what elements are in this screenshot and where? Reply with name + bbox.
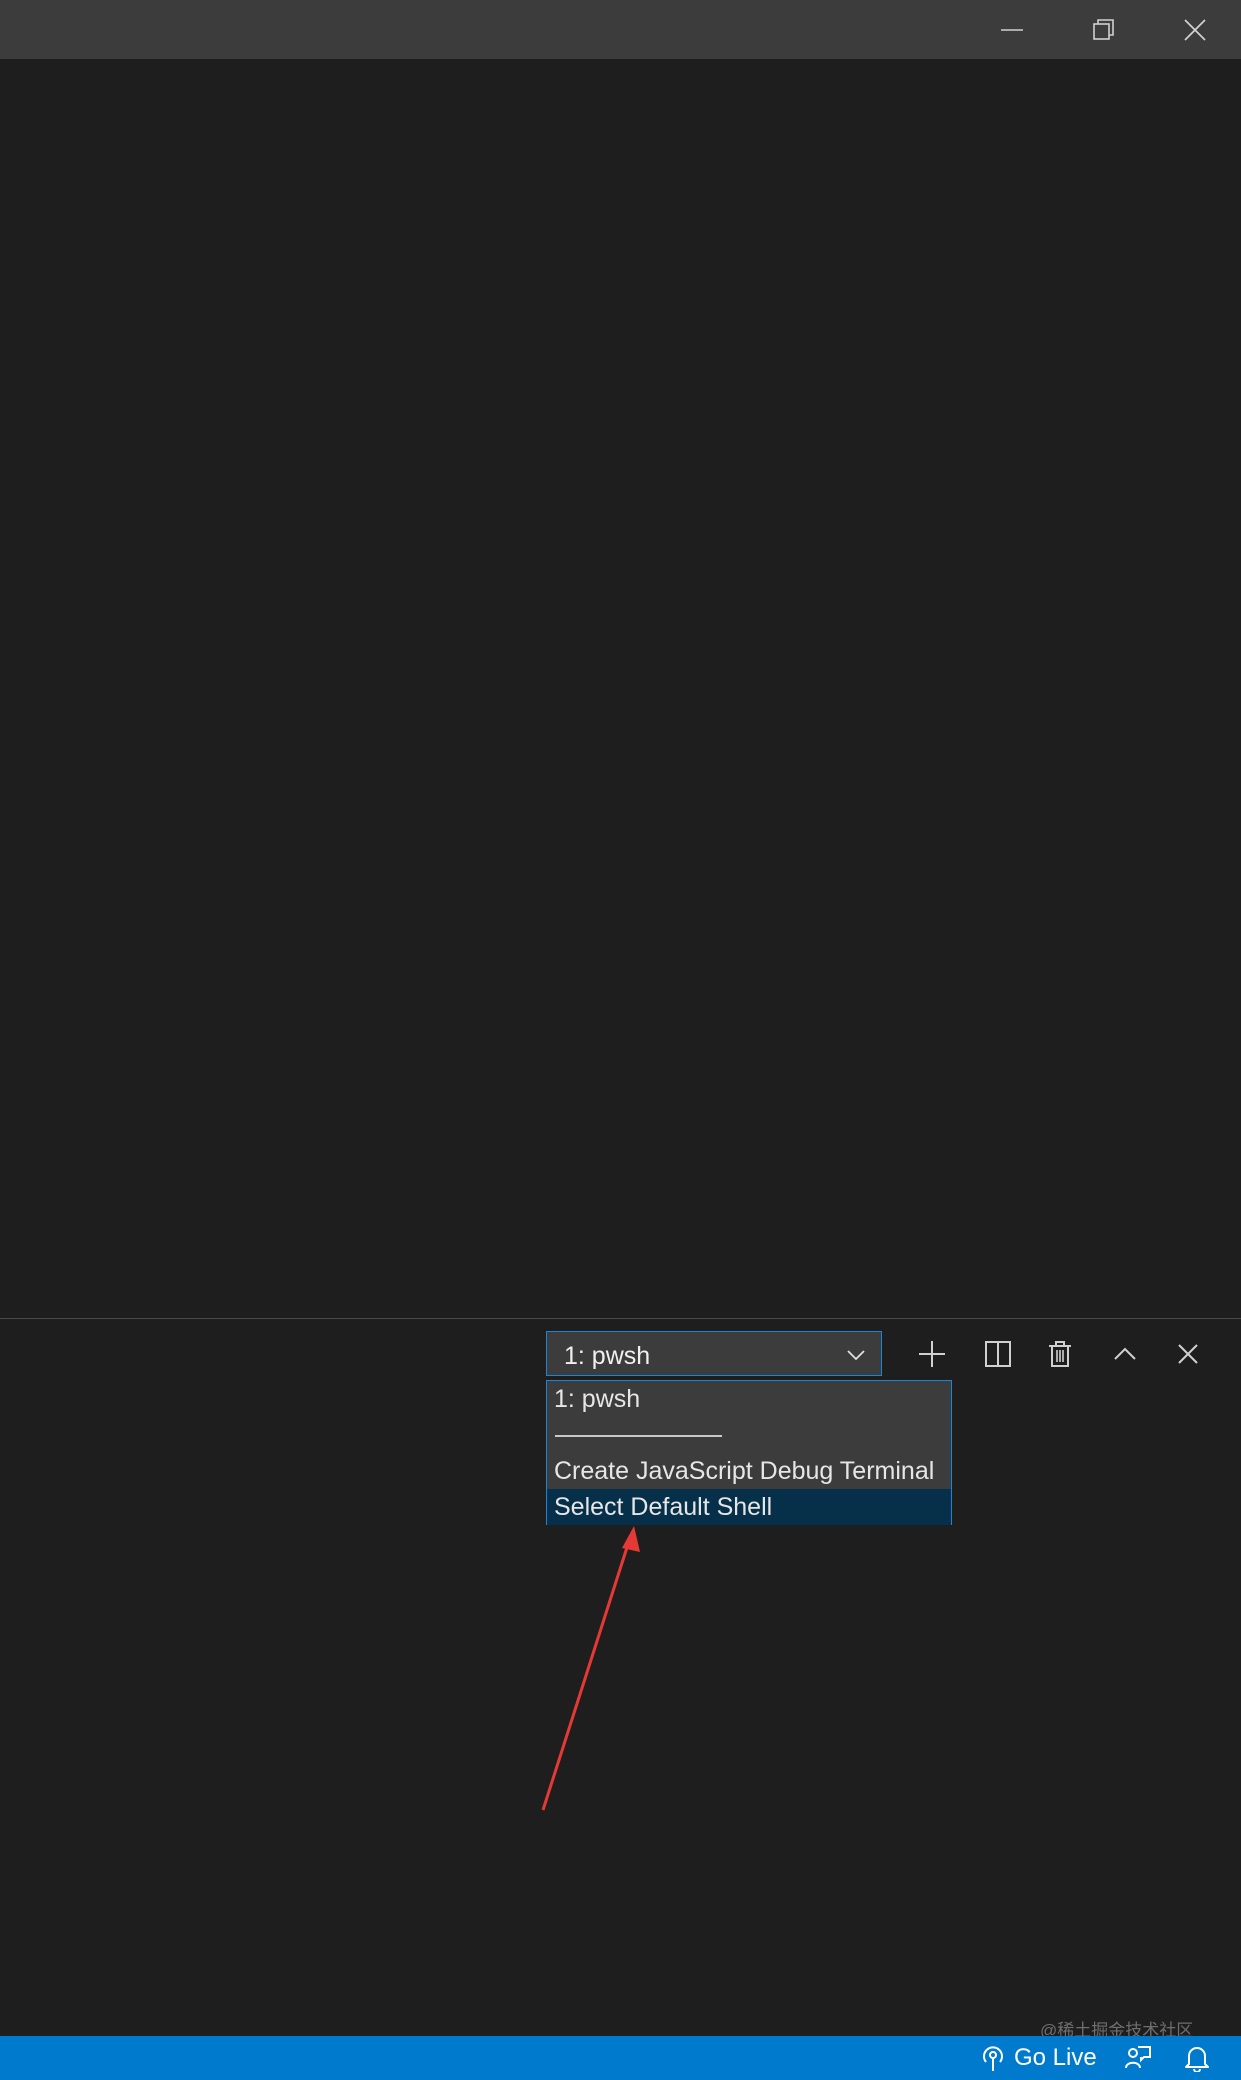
close-icon <box>1184 18 1206 41</box>
terminal-select[interactable]: 1: pwsh <box>546 1331 882 1376</box>
split-terminal-button[interactable] <box>976 1332 1020 1376</box>
minimize-icon <box>1001 28 1023 31</box>
feedback-icon <box>1125 2046 1151 2069</box>
plus-icon <box>919 1341 945 1367</box>
restore-icon <box>1093 18 1114 40</box>
dropdown-separator <box>555 1435 722 1437</box>
dropdown-option-pwsh[interactable]: 1: pwsh <box>547 1381 951 1417</box>
bell-icon <box>1185 2047 1209 2072</box>
go-live-button[interactable]: Go Live <box>980 2036 1097 2080</box>
close-panel-button[interactable] <box>1166 1332 1210 1376</box>
kill-terminal-button[interactable] <box>1038 1332 1082 1376</box>
dropdown-option-select-default-shell[interactable]: Select Default Shell <box>547 1489 951 1525</box>
dropdown-option-create-js-debug-terminal[interactable]: Create JavaScript Debug Terminal <box>547 1453 951 1489</box>
maximize-panel-button[interactable] <box>1103 1332 1147 1376</box>
window-close-button[interactable] <box>1149 0 1241 59</box>
terminal-select-value: 1: pwsh <box>564 1342 651 1370</box>
minimize-button[interactable] <box>966 0 1058 59</box>
trash-icon <box>1049 1341 1071 1367</box>
title-bar <box>0 0 1241 59</box>
vscode-window: 1: pwsh 1: pwsh Create JavaScript Debug … <box>0 0 1241 2080</box>
split-icon <box>985 1341 1011 1367</box>
editor-area[interactable] <box>0 59 1241 1318</box>
chevron-down-icon <box>847 1350 865 1361</box>
restore-button[interactable] <box>1058 0 1150 59</box>
go-live-label: Go Live <box>1014 2044 1097 2071</box>
new-terminal-button[interactable] <box>910 1332 954 1376</box>
close-icon <box>1178 1344 1198 1364</box>
broadcast-icon <box>983 2046 1003 2071</box>
feedback-button[interactable] <box>1124 2036 1152 2080</box>
notifications-button[interactable] <box>1184 2036 1210 2080</box>
chevron-up-icon <box>1114 1347 1136 1360</box>
terminal-dropdown-list: 1: pwsh Create JavaScript Debug Terminal… <box>546 1380 952 1525</box>
status-bar: Go Live <box>0 2036 1241 2080</box>
